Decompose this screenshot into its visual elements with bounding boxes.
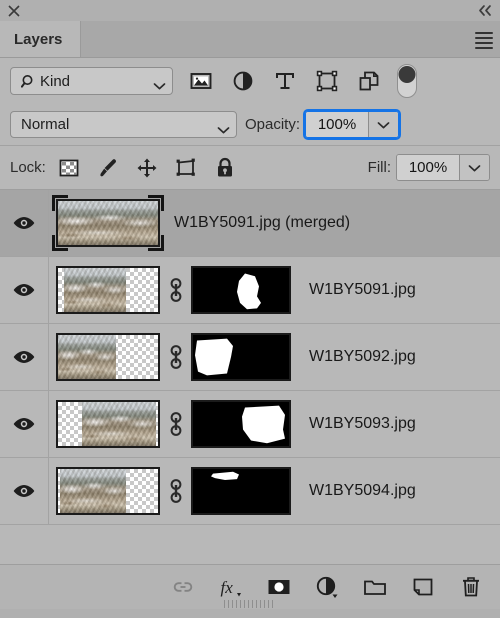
layer-row[interactable]: W1BY5092.jpg <box>0 324 500 391</box>
layer-visibility-toggle[interactable] <box>0 391 49 457</box>
mountain-photo-thumbnail <box>58 335 116 379</box>
layer-name-label: W1BY5091.jpg <box>309 281 416 298</box>
lock-label: Lock: <box>10 159 46 176</box>
new-adjustment-layer-icon[interactable] <box>315 575 339 599</box>
blend-opacity-row: Normal Opacity: 100% <box>0 104 500 146</box>
filter-enable-toggle[interactable] <box>397 64 417 98</box>
chevron-down-icon <box>217 121 230 133</box>
panel-menu-icon[interactable] <box>475 32 493 49</box>
eye-icon <box>13 216 35 230</box>
filter-kind-select[interactable]: Kind <box>10 67 173 95</box>
layer-name-label: W1BY5094.jpg <box>309 482 416 499</box>
layer-visibility-toggle[interactable] <box>0 324 49 390</box>
mountain-photo-thumbnail <box>58 201 158 245</box>
tab-layers[interactable]: Layers <box>0 21 82 57</box>
double-chevron-collapse-icon[interactable] <box>477 4 492 17</box>
opacity-label: Opacity: <box>245 116 301 133</box>
close-icon[interactable] <box>7 4 21 18</box>
filter-row: Kind <box>0 58 500 104</box>
svg-text:fx: fx <box>221 578 234 597</box>
filter-pixel-layers-icon[interactable] <box>189 69 213 93</box>
mountain-photo-thumbnail <box>64 268 126 312</box>
eye-icon <box>13 484 35 498</box>
filter-smart-object-layers-icon[interactable] <box>357 69 381 93</box>
lock-position-move-icon[interactable] <box>136 157 158 179</box>
lock-row: Lock: Fill: 100% <box>0 146 500 190</box>
fill-input[interactable]: 100% <box>397 155 459 180</box>
lock-icon-group <box>58 157 236 179</box>
new-group-folder-icon[interactable] <box>363 575 387 599</box>
filter-type-icons <box>189 69 381 93</box>
layer-visibility-toggle[interactable] <box>0 190 49 256</box>
mountain-photo-thumbnail <box>82 402 156 446</box>
mask-link-chain-icon[interactable] <box>165 409 187 439</box>
layer-mask-thumbnail[interactable] <box>191 333 291 381</box>
mask-link-chain-icon[interactable] <box>165 476 187 506</box>
layer-row[interactable]: W1BY5094.jpg <box>0 458 500 525</box>
opacity-field-group[interactable]: 100% <box>303 109 402 140</box>
eye-icon <box>13 350 35 364</box>
layer-name-label: W1BY5092.jpg <box>309 348 416 365</box>
layer-name-label: W1BY5091.jpg (merged) <box>174 214 351 231</box>
layer-thumbnail[interactable] <box>56 467 160 515</box>
mask-link-chain-icon[interactable] <box>165 342 187 372</box>
layer-row[interactable]: W1BY5091.jpg (merged) <box>0 190 500 257</box>
filter-shape-layers-icon[interactable] <box>315 69 339 93</box>
delete-layer-trash-icon[interactable] <box>459 575 483 599</box>
layer-list: W1BY5091.jpg (merged) W1BY5091.jpg W1BY509… <box>0 190 500 564</box>
layer-row[interactable]: W1BY5093.jpg <box>0 391 500 458</box>
eye-icon <box>13 283 35 297</box>
blend-mode-select[interactable]: Normal <box>10 111 237 138</box>
panel-title-strip <box>0 0 500 21</box>
layers-panel: Layers Kind Normal Opacity: 100% Lock: F… <box>0 0 500 618</box>
opacity-input[interactable]: 100% <box>306 112 369 137</box>
new-layer-icon[interactable] <box>411 575 435 599</box>
mountain-photo-thumbnail <box>60 469 126 513</box>
layer-style-fx-icon[interactable]: fx <box>219 575 243 599</box>
panel-tab-bar: Layers <box>0 21 500 58</box>
fill-label: Fill: <box>367 159 391 176</box>
layer-name-label: W1BY5093.jpg <box>309 415 416 432</box>
fill-field-group[interactable]: 100% <box>396 154 490 181</box>
layer-thumbnail[interactable] <box>56 266 160 314</box>
resize-grip[interactable] <box>224 600 276 608</box>
tab-layers-label: Layers <box>14 30 63 48</box>
lock-all-padlock-icon[interactable] <box>214 157 236 179</box>
mask-link-chain-icon[interactable] <box>165 275 187 305</box>
layer-visibility-toggle[interactable] <box>0 257 49 323</box>
filter-kind-label: Kind <box>40 72 71 90</box>
lock-transparent-pixels-icon[interactable] <box>58 157 80 179</box>
opacity-dropdown-button[interactable] <box>368 112 399 137</box>
filter-type-layers-icon[interactable] <box>273 69 297 93</box>
lock-image-pixels-brush-icon[interactable] <box>97 157 119 179</box>
layer-mask-thumbnail[interactable] <box>191 266 291 314</box>
layer-thumbnail[interactable] <box>56 400 160 448</box>
layer-thumbnail[interactable] <box>56 333 160 381</box>
blend-mode-value: Normal <box>21 116 70 133</box>
layer-mask-thumbnail[interactable] <box>191 467 291 515</box>
layer-mask-thumbnail[interactable] <box>191 400 291 448</box>
fill-dropdown-button[interactable] <box>459 155 489 180</box>
lock-artboard-nesting-icon[interactable] <box>175 157 197 179</box>
chevron-down-icon <box>153 77 166 90</box>
add-layer-mask-icon[interactable] <box>267 575 291 599</box>
layer-thumbnail[interactable] <box>52 195 164 251</box>
filter-adjustment-layers-icon[interactable] <box>231 69 255 93</box>
magnifier-icon <box>20 74 36 89</box>
layer-row[interactable]: W1BY5091.jpg <box>0 257 500 324</box>
layer-visibility-toggle[interactable] <box>0 458 49 524</box>
link-layers-icon <box>171 575 195 599</box>
panel-bottom-edge <box>0 609 500 618</box>
eye-icon <box>13 417 35 431</box>
layers-bottom-toolbar: fx <box>0 564 500 609</box>
